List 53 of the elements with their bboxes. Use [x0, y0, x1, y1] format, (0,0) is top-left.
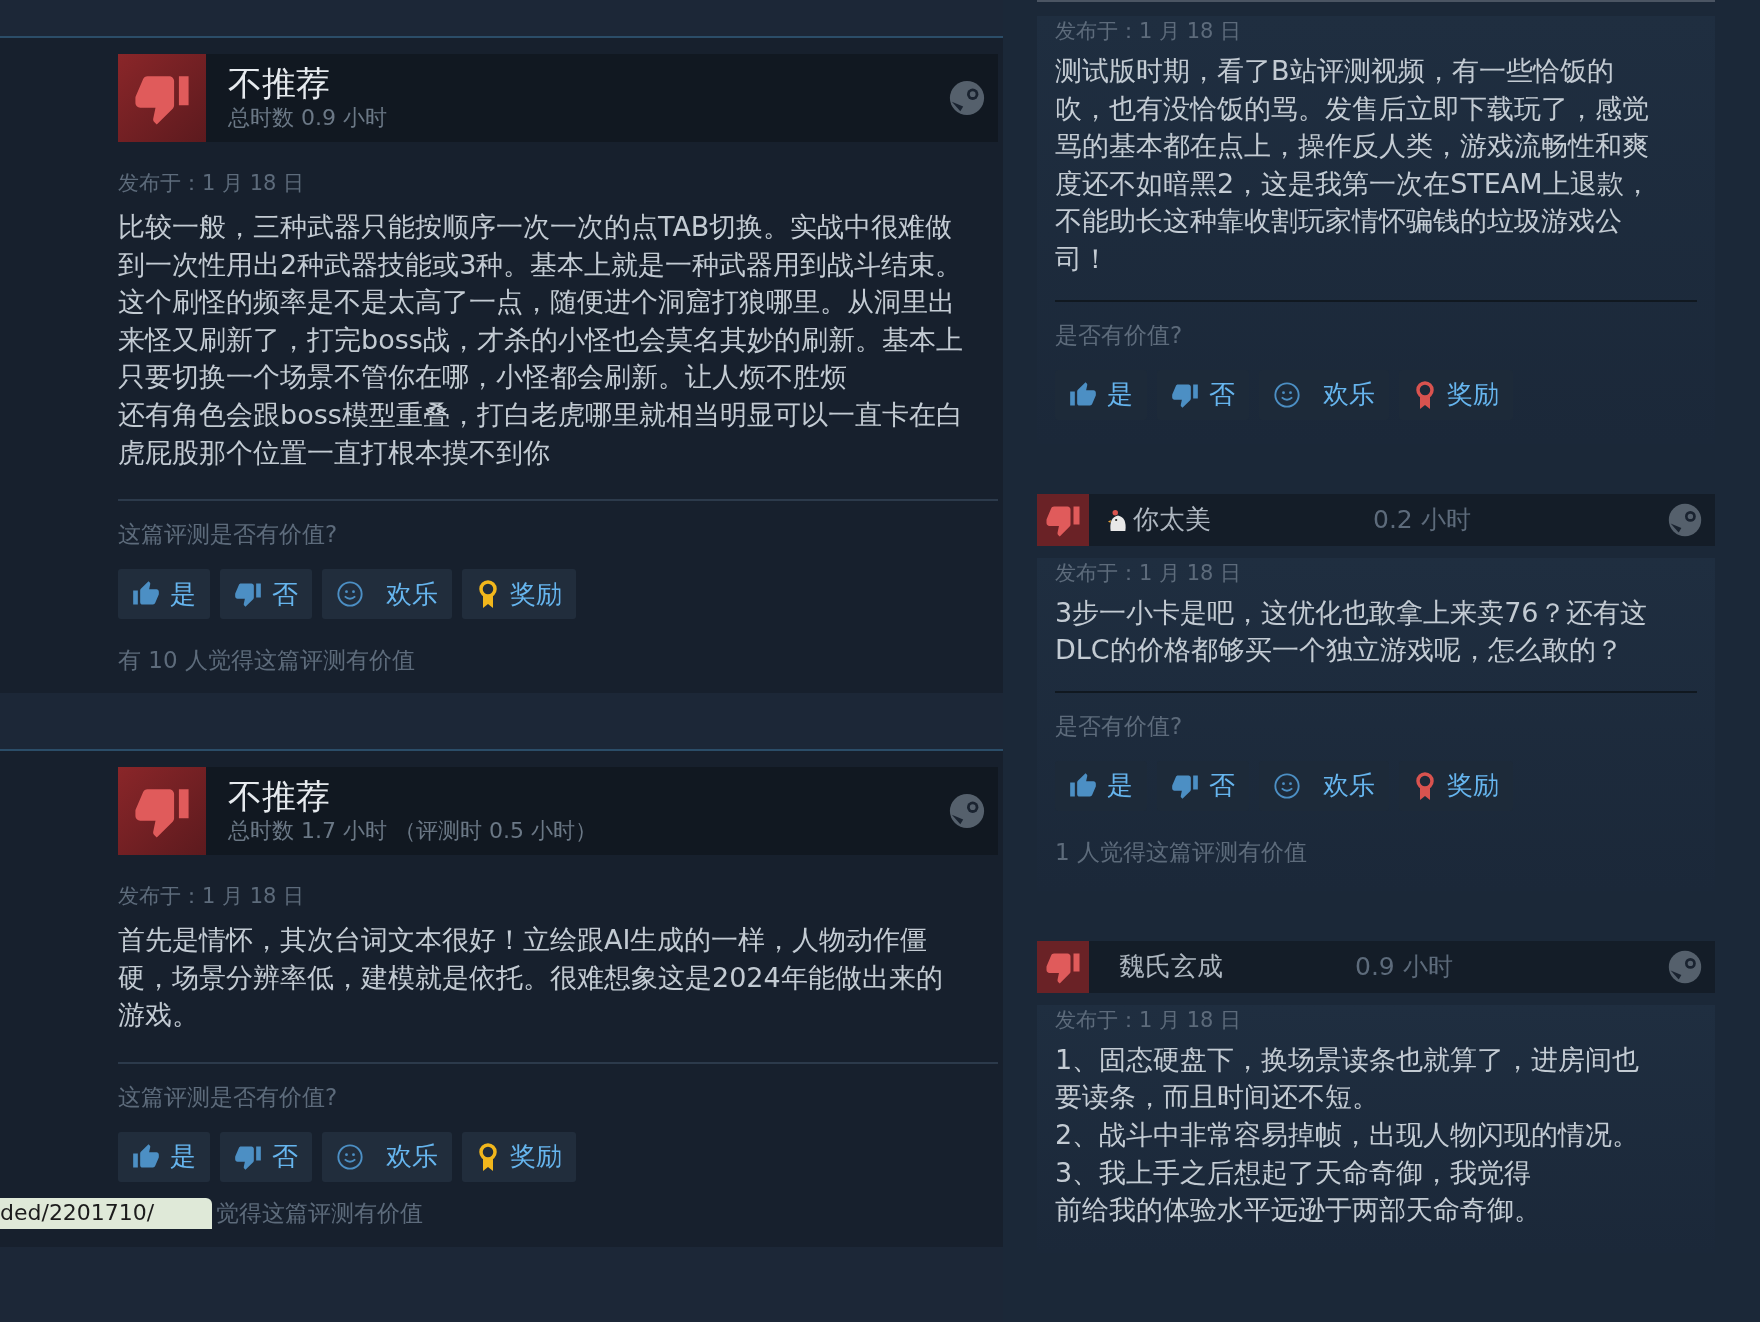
post-date: 发布于：1 月 18 日 — [1055, 1006, 1243, 1034]
award-vote-button[interactable]: 奖励 — [462, 569, 576, 620]
review-text: 前给我的体验水平远逊于两部天命奇御。 — [1055, 1193, 1542, 1228]
post-date: 发布于：1 月 18 日 — [1055, 18, 1243, 45]
thumbs-down-icon — [1037, 940, 1089, 993]
steam-icon — [1667, 948, 1703, 985]
post-date: 发布于：1 月 18 日 — [118, 170, 306, 197]
thumbs-up-icon — [1069, 380, 1097, 409]
helpful-question: 是否有价值? — [1055, 711, 1184, 741]
review-text: 首先是情怀，其次台词文本很好！立绘跟AI生成的一样，人物动作僵硬，场景分辨率低，建模就是依托。很难想象这是2024年能做出来的游戏。 — [118, 923, 944, 1033]
no-vote-button[interactable]: 否 — [220, 569, 312, 620]
smiley-icon — [336, 580, 364, 609]
helpful-count: 觉得这篇评测有价值 — [216, 1198, 423, 1228]
steam-icon — [948, 792, 986, 831]
review-text: 2、战斗中非常容易掉帧，出现人物闪现的情况。 — [1055, 1117, 1641, 1152]
status-url: ded/2201710/ — [0, 1197, 212, 1229]
thumbs-down-icon — [118, 54, 206, 142]
award-vote-button[interactable]: 奖励 — [462, 1131, 576, 1182]
review-verdict: 不推荐 — [228, 63, 331, 103]
helpful-question: 这篇评测是否有价值? — [118, 520, 339, 550]
helpful-question: 这篇评测是否有价值? — [118, 1082, 339, 1112]
no-vote-button[interactable]: 否 — [220, 1131, 312, 1182]
review-text: 比较一般，三种武器只能按顺序一次一次的点TAB切换。实战中很难做到一次性用出2种武器技能或3种。基本上就是一种武器用到战斗结束。这个刷怪的频率是不是太高了一点，随便进个洞窟打狼哪里。从洞里出来怪又刷新了，打完boss战，才杀的小怪也会莫名其妙的刷新。基本上只要切换一个场景不管你在哪，小怪都会刷新。让人烦不胜烦 — [118, 210, 963, 395]
thumbs-up-icon — [132, 1142, 160, 1171]
funny-vote-button[interactable]: 欢乐 — [322, 1131, 452, 1182]
thumbs-down-icon — [1037, 493, 1089, 546]
smiley-icon — [336, 1142, 364, 1171]
thumbs-down-icon — [118, 767, 206, 856]
user-name[interactable]: 魏氏玄成 — [1119, 949, 1355, 985]
thumbs-up-icon — [1069, 771, 1097, 800]
review-verdict: 不推荐 — [228, 776, 331, 817]
helpful-question: 是否有价值? — [1055, 320, 1184, 350]
review-text: 测试版时期，看了B站评测视频，有一些恰饭的吹，也有没恰饭的骂。发售后立即下载玩了，感觉骂的基本都在点上，操作反人类，游戏流畅性和爽度还不如暗黑2，这是我第一次在STEAM上退款，不能助长这种靠收割玩家情怀骗钱的垃圾游戏公司！ — [1055, 54, 1652, 276]
play-hours: 总时数 1.7 小时 （评测时 0.5 小时） — [228, 817, 598, 846]
review-text: 3步一小卡是吧，这优化也敢拿上来卖76？还有这DLC的价格都够买一个独立游戏呢，怎么敢的？ — [1055, 595, 1648, 668]
play-hours: 0.9 小时 — [1355, 951, 1454, 984]
steam-icon — [1667, 501, 1703, 538]
play-hours: 总时数 0.9 小时 — [228, 104, 388, 132]
smiley-icon — [1273, 771, 1301, 800]
review-text: 1、固态硬盘下，换场景读条也就算了，进房间也要读条，而且时间还不短。 — [1055, 1042, 1641, 1115]
review-text: 3、我上手之后想起了天命奇御，我觉得 — [1055, 1155, 1533, 1190]
helpful-count: 1 人觉得这篇评测有价值 — [1055, 837, 1308, 867]
yes-vote-button[interactable]: 是 — [118, 569, 210, 620]
review-text: 还有角色会跟boss模型重叠，打白老虎哪里就相当明显可以一直卡在白虎屁股那个位置一直打根本摸不到你 — [118, 397, 963, 470]
post-date: 发布于：1 月 18 日 — [118, 883, 306, 911]
post-date: 发布于：1 月 18 日 — [1055, 559, 1243, 587]
steam-icon — [948, 79, 986, 117]
user-name[interactable]: 你太美 — [1133, 502, 1373, 538]
helpful-count: 有 10 人觉得这篇评测有价值 — [118, 646, 416, 676]
funny-vote-button[interactable]: 欢乐 — [322, 569, 452, 620]
yes-vote-button[interactable]: 是 — [118, 1131, 210, 1182]
play-hours: 0.2 小时 — [1373, 504, 1472, 537]
smiley-icon — [1273, 380, 1301, 409]
